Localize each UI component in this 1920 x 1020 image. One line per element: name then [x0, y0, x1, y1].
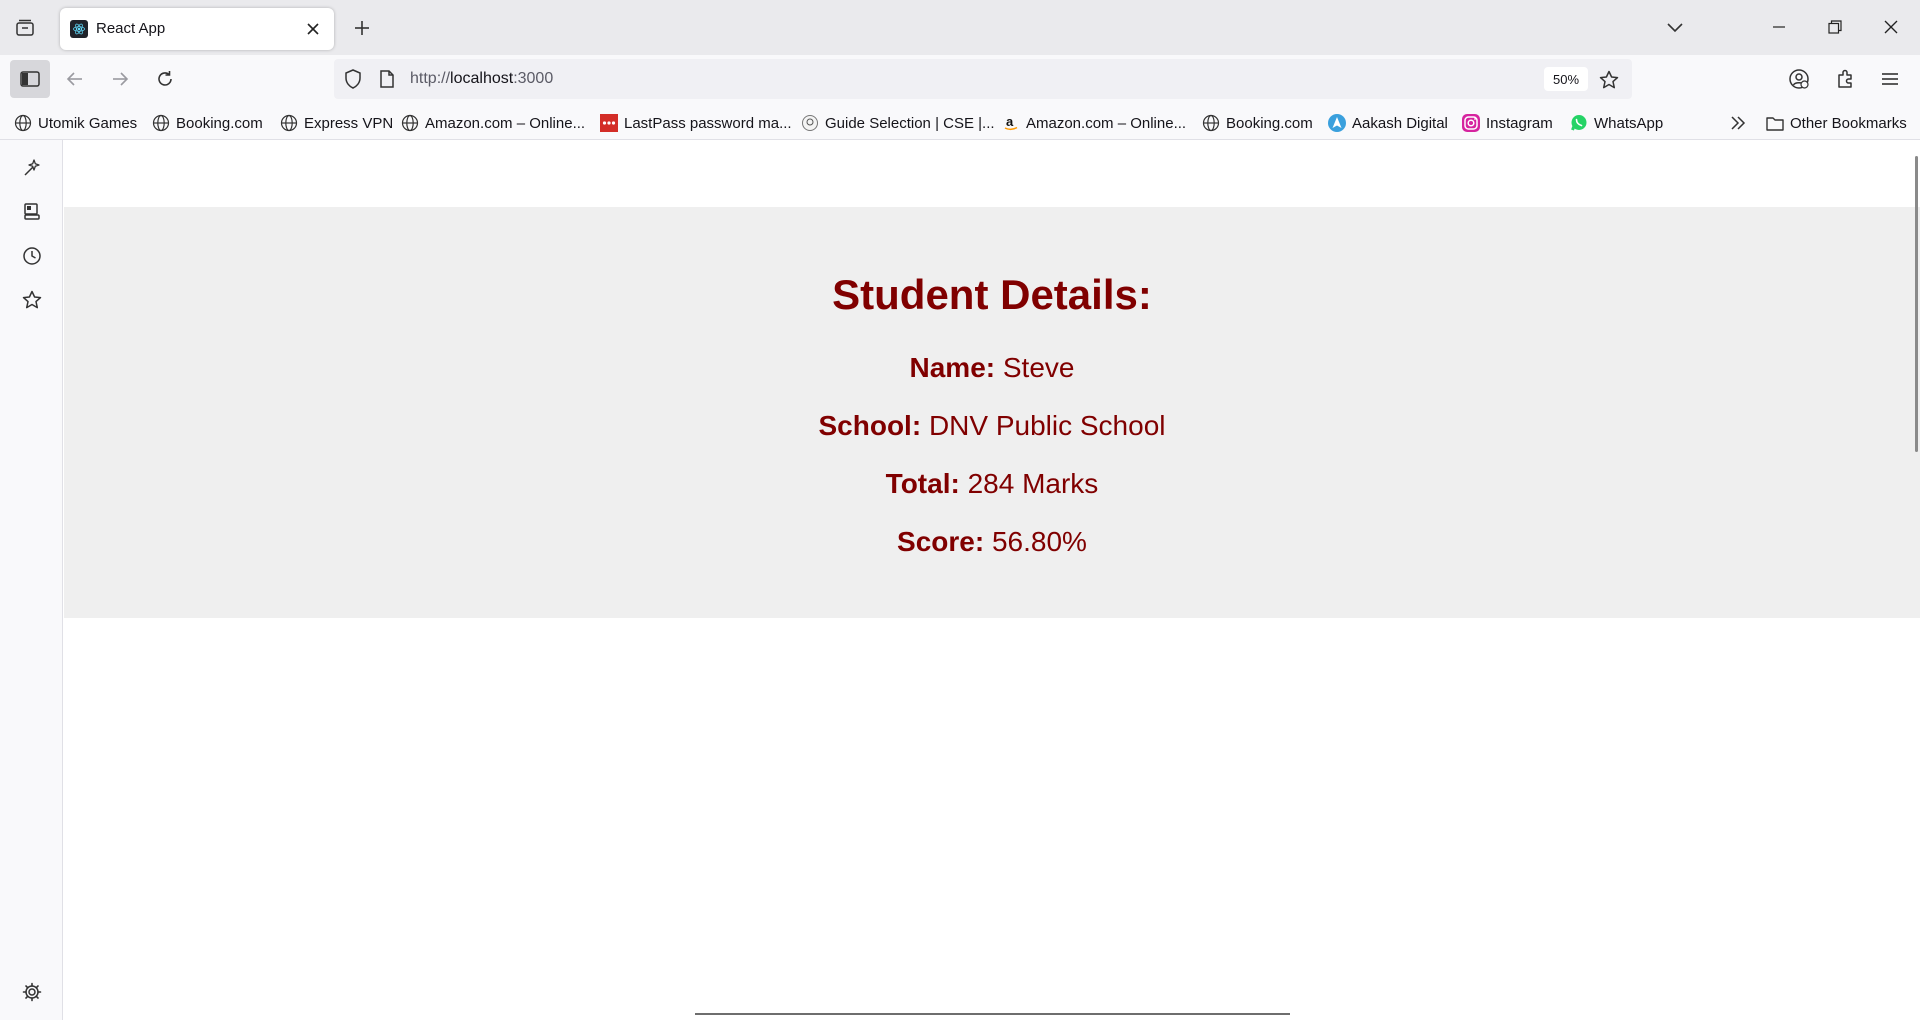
guide-icon — [801, 114, 819, 132]
total-label: Total: — [885, 468, 960, 499]
history-icon[interactable] — [16, 240, 48, 272]
score-label: Score: — [897, 526, 985, 557]
minimize-button[interactable] — [1756, 10, 1802, 44]
school-label: School: — [818, 410, 922, 441]
bookmark-label: Amazon.com – Online... — [425, 114, 586, 132]
instagram-icon — [1462, 114, 1480, 132]
aakash-icon — [1328, 114, 1346, 132]
url-port: :3000 — [513, 70, 554, 87]
bookmark-guide-selection[interactable]: Guide Selection | CSE |... — [801, 112, 995, 134]
close-window-button[interactable] — [1868, 10, 1914, 44]
bookmark-lastpass[interactable]: LastPass password ma... — [600, 112, 792, 134]
name-label: Name: — [909, 352, 996, 383]
bookmark-amazon[interactable]: Amazon.com – Online... — [401, 112, 585, 134]
globe-icon — [401, 114, 419, 132]
name-value: Steve — [1002, 352, 1075, 383]
globe-icon — [1202, 114, 1220, 132]
student-details-panel: Student Details: Name: Steve School: DNV… — [64, 207, 1920, 618]
ai-chatbot-icon[interactable] — [16, 152, 48, 184]
page-icon[interactable] — [376, 68, 398, 90]
page-title: Student Details: — [832, 271, 1152, 318]
bookmark-label: WhatsApp — [1594, 114, 1664, 132]
close-icon[interactable] — [302, 18, 324, 40]
bookmark-label: Instagram — [1486, 114, 1553, 132]
bookmark-booking[interactable]: Booking.com — [152, 112, 263, 134]
bookmark-aakash-digital[interactable]: Aakash Digital — [1328, 112, 1448, 134]
globe-icon — [152, 114, 170, 132]
navigation-toolbar: http://localhost:3000 50% — [0, 55, 1920, 105]
bookmark-instagram[interactable]: Instagram — [1462, 112, 1553, 134]
zoom-level-button[interactable]: 50% — [1544, 67, 1588, 91]
restore-button[interactable] — [1812, 10, 1858, 44]
bookmark-label: Aakash Digital — [1352, 114, 1448, 132]
bookmark-label: Express VPN — [304, 114, 394, 132]
whatsapp-icon — [1570, 114, 1588, 132]
bookmark-express-vpn[interactable]: Express VPN — [280, 112, 393, 134]
other-bookmarks-label: Other Bookmarks — [1790, 114, 1907, 132]
bookmark-utomik-games[interactable]: Utomik Games — [14, 112, 137, 134]
student-school-line: School: DNV Public School — [64, 410, 1920, 442]
student-score-line: Score: 56.80% — [64, 526, 1920, 558]
bookmark-label: Utomik Games — [38, 114, 138, 132]
bookmark-label: Booking.com — [1226, 114, 1313, 132]
menu-icon[interactable] — [1873, 62, 1907, 96]
svg-text:a: a — [1006, 114, 1014, 129]
browser-sidebar — [0, 140, 63, 1020]
student-total-line: Total: 284 Marks — [64, 468, 1920, 500]
shield-icon[interactable] — [342, 68, 364, 90]
forward-icon[interactable] — [103, 62, 137, 96]
url-text[interactable]: http://localhost:3000 — [410, 70, 553, 88]
tab-react-app[interactable]: React App — [60, 8, 334, 50]
new-tab-button[interactable] — [348, 14, 376, 42]
bookmarks-icon[interactable] — [16, 284, 48, 316]
bookmark-label: Amazon.com – Online... — [1026, 114, 1187, 132]
folder-icon — [1766, 114, 1784, 132]
extensions-icon[interactable] — [1828, 62, 1862, 96]
student-name-line: Name: Steve — [64, 352, 1920, 384]
amazon-icon: a — [1002, 114, 1020, 132]
synced-tabs-icon[interactable] — [16, 196, 48, 228]
other-bookmarks[interactable]: Other Bookmarks — [1766, 112, 1907, 134]
star-icon[interactable] — [1596, 67, 1622, 93]
bookmark-label: Booking.com — [176, 114, 263, 132]
settings-gear-icon[interactable] — [16, 976, 48, 1008]
tab-title: React App — [96, 20, 166, 37]
url-scheme: http:// — [410, 70, 451, 87]
url-bar[interactable]: http://localhost:3000 50% — [334, 59, 1632, 99]
horizontal-scrollbar[interactable] — [695, 1013, 1290, 1015]
tab-list-icon[interactable] — [10, 14, 40, 42]
back-icon[interactable] — [58, 62, 92, 96]
globe-icon — [14, 114, 32, 132]
url-host: localhost — [450, 70, 514, 87]
score-value: 56.80% — [991, 526, 1087, 557]
school-value: DNV Public School — [928, 410, 1166, 441]
lastpass-icon — [600, 114, 618, 132]
tab-strip: React App — [0, 0, 1920, 55]
page-viewport: Student Details: Name: Steve School: DNV… — [64, 140, 1920, 1020]
total-value: 284 Marks — [967, 468, 1099, 499]
chevron-down-icon[interactable] — [1660, 14, 1690, 42]
vertical-scrollbar[interactable] — [1915, 156, 1918, 452]
bookmarks-bar: Utomik Games Booking.com Express VPN Ama… — [0, 105, 1920, 140]
bookmark-amazon-2[interactable]: a Amazon.com – Online... — [1002, 112, 1186, 134]
chevron-double-right-icon[interactable] — [1726, 112, 1750, 134]
bookmark-label: LastPass password ma... — [624, 114, 792, 132]
globe-icon — [280, 114, 298, 132]
bookmark-label: Guide Selection | CSE |... — [825, 114, 995, 132]
sidebar-toggle-icon[interactable] — [10, 60, 50, 98]
account-icon[interactable] — [1782, 62, 1816, 96]
react-icon — [70, 20, 88, 38]
reload-icon[interactable] — [148, 62, 182, 96]
bookmark-whatsapp[interactable]: WhatsApp — [1570, 112, 1663, 134]
bookmark-booking-2[interactable]: Booking.com — [1202, 112, 1313, 134]
